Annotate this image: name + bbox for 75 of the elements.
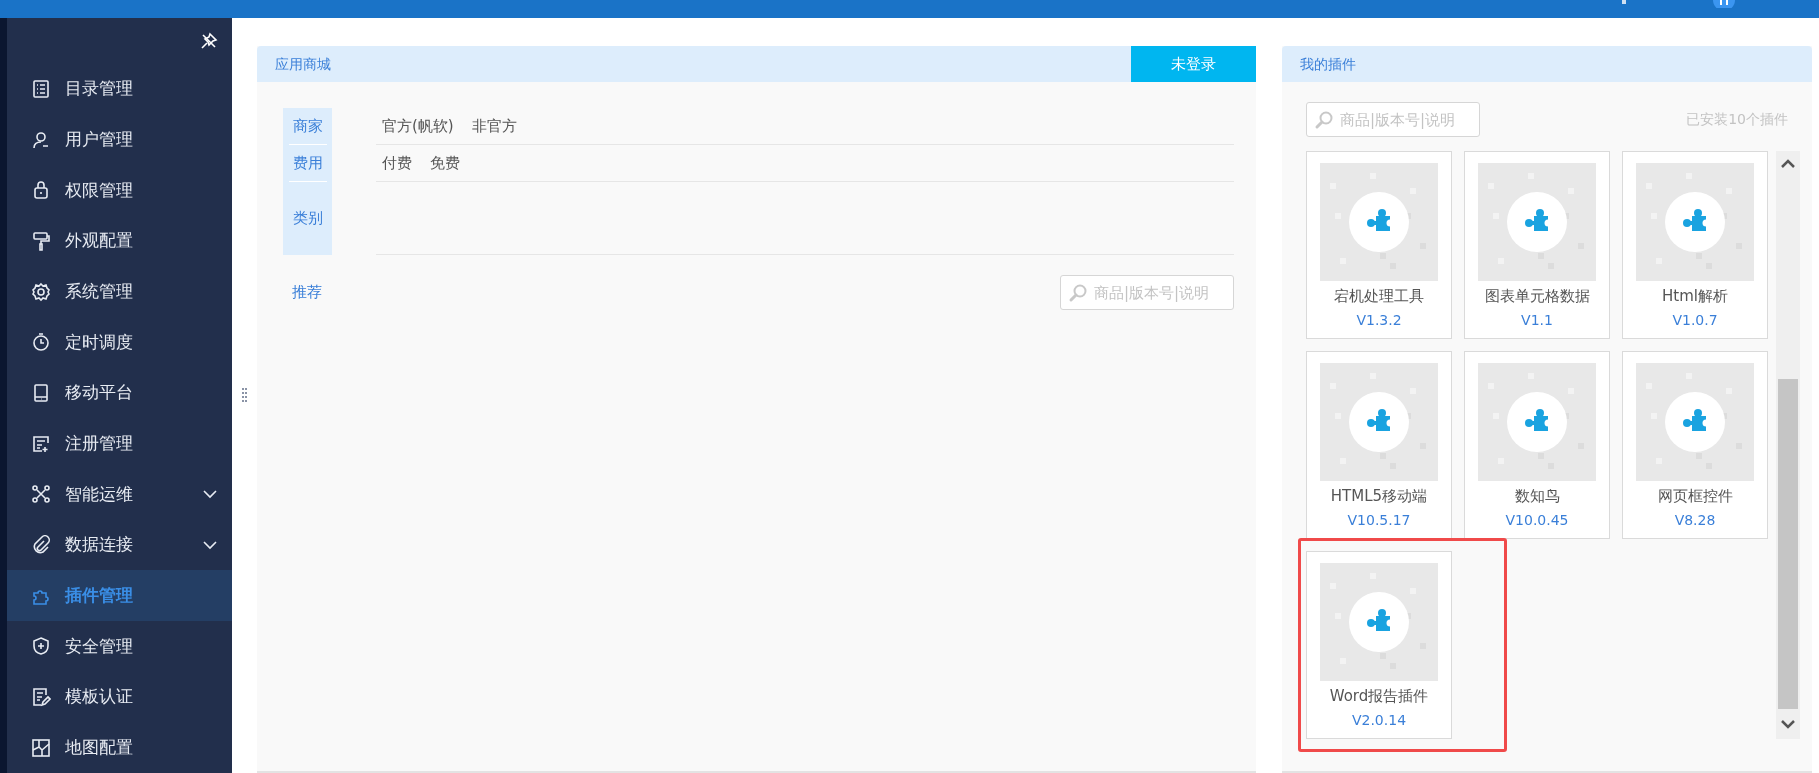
plugin-name: 宕机处理工具 [1334,286,1424,307]
resize-handle-icon[interactable] [241,387,248,404]
filter-label: 费用 [291,152,324,174]
panel-title: 我的插件 [1299,54,1356,74]
plugin-version: V10.0.45 [1505,510,1569,530]
sidebar-item[interactable]: 地图配置 [7,722,232,773]
plugin-name: 数知鸟 [1514,486,1560,507]
document-edit-icon [31,687,51,708]
plugin-name: Html解析 [1662,286,1728,307]
plugin-card[interactable]: 图表单元格数据 V1.1 [1464,151,1610,339]
filter-label: 类别 [291,207,324,229]
plugin-thumbnail-icon [1320,163,1438,281]
list-icon [31,79,51,100]
sidebar-item[interactable]: 移动平台 [7,367,232,419]
plugin-card[interactable]: 网页框控件 V8.28 [1622,351,1768,539]
recommend-tab[interactable]: 推荐 [288,281,326,304]
plugin-thumbnail-icon [1478,363,1596,481]
search-field[interactable]: 商品|版本号|说明 [1060,275,1234,310]
plugin-name: 图表单元格数据 [1484,286,1590,307]
sidebar-item[interactable]: 用户管理 [7,114,232,166]
scrollbar[interactable] [1776,151,1800,739]
plugin-card[interactable]: Word报告插件 V2.0.14 [1306,551,1452,739]
plugin-thumbnail-icon [1636,163,1754,281]
plugin-name: HTML5移动端 [1330,486,1428,507]
plugin-thumbnail-icon [1320,363,1438,481]
settings-icon [31,281,51,302]
plugin-version: V1.3.2 [1356,310,1402,330]
filter-label: 商家 [291,115,324,137]
chevron-down-icon [202,489,218,500]
sidebar-item[interactable]: 安全管理 [7,621,232,672]
plugin-version: V10.5.17 [1347,510,1411,530]
scroll-down-icon[interactable] [1781,719,1795,729]
search-field[interactable]: 商品|版本号|说明 [1306,102,1480,137]
lock-icon [31,180,51,201]
sidebar-item[interactable]: 数据连接 [7,519,232,571]
user-icon [31,129,51,150]
chevron-down-icon [202,540,218,551]
plugin-thumbnail-icon [1478,163,1596,281]
sidebar-item[interactable]: 权限管理 [7,165,232,216]
plugin-thumbnail-icon [1636,363,1754,481]
plugin-card[interactable]: 数知鸟 V10.0.45 [1464,351,1610,539]
filter-option[interactable]: 付费 [382,151,412,175]
map-icon [31,737,51,758]
plugin-name: Word报告插件 [1329,686,1429,707]
register-icon [31,433,51,454]
network-icon [31,484,51,505]
pin-icon[interactable] [200,31,218,50]
filter-option[interactable]: 非官方 [471,114,517,138]
tablet-icon [31,383,51,404]
sidebar-item[interactable]: 智能运维 [7,469,232,520]
sidebar-item[interactable]: 定时调度 [7,317,232,368]
sidebar-item[interactable]: 系统管理 [7,266,232,318]
plugin-card[interactable]: Html解析 V1.0.7 [1622,151,1768,339]
sidebar-item[interactable]: 模板认证 [7,671,232,723]
plugin-thumbnail-icon [1320,563,1438,681]
panel-title: 应用商城 [274,54,331,74]
plugin-name: 网页框控件 [1657,486,1733,507]
shield-icon [31,636,51,657]
scrollbar-thumb[interactable] [1778,379,1798,709]
filter-option[interactable]: 官方(帆软) [382,114,454,138]
plugin-version: V8.28 [1674,510,1716,530]
scroll-up-icon[interactable] [1781,159,1795,169]
filter-option[interactable]: 免费 [430,151,460,175]
plugin-version: V1.0.7 [1672,310,1718,330]
sidebar-item[interactable]: 外观配置 [7,215,232,267]
sidebar-item[interactable]: 注册管理 [7,418,232,470]
sidebar-item[interactable]: 目录管理 [7,63,232,115]
paperclip-icon [31,535,51,556]
plugin-version: V2.0.14 [1351,710,1407,730]
brush-icon [31,231,51,252]
plugin-version: V1.1 [1521,310,1553,330]
timer-icon [31,332,51,353]
plugin-card[interactable]: HTML5移动端 V10.5.17 [1306,351,1452,539]
plugin-card[interactable]: 宕机处理工具 V1.3.2 [1306,151,1452,339]
avatar-icon[interactable] [1713,0,1735,8]
